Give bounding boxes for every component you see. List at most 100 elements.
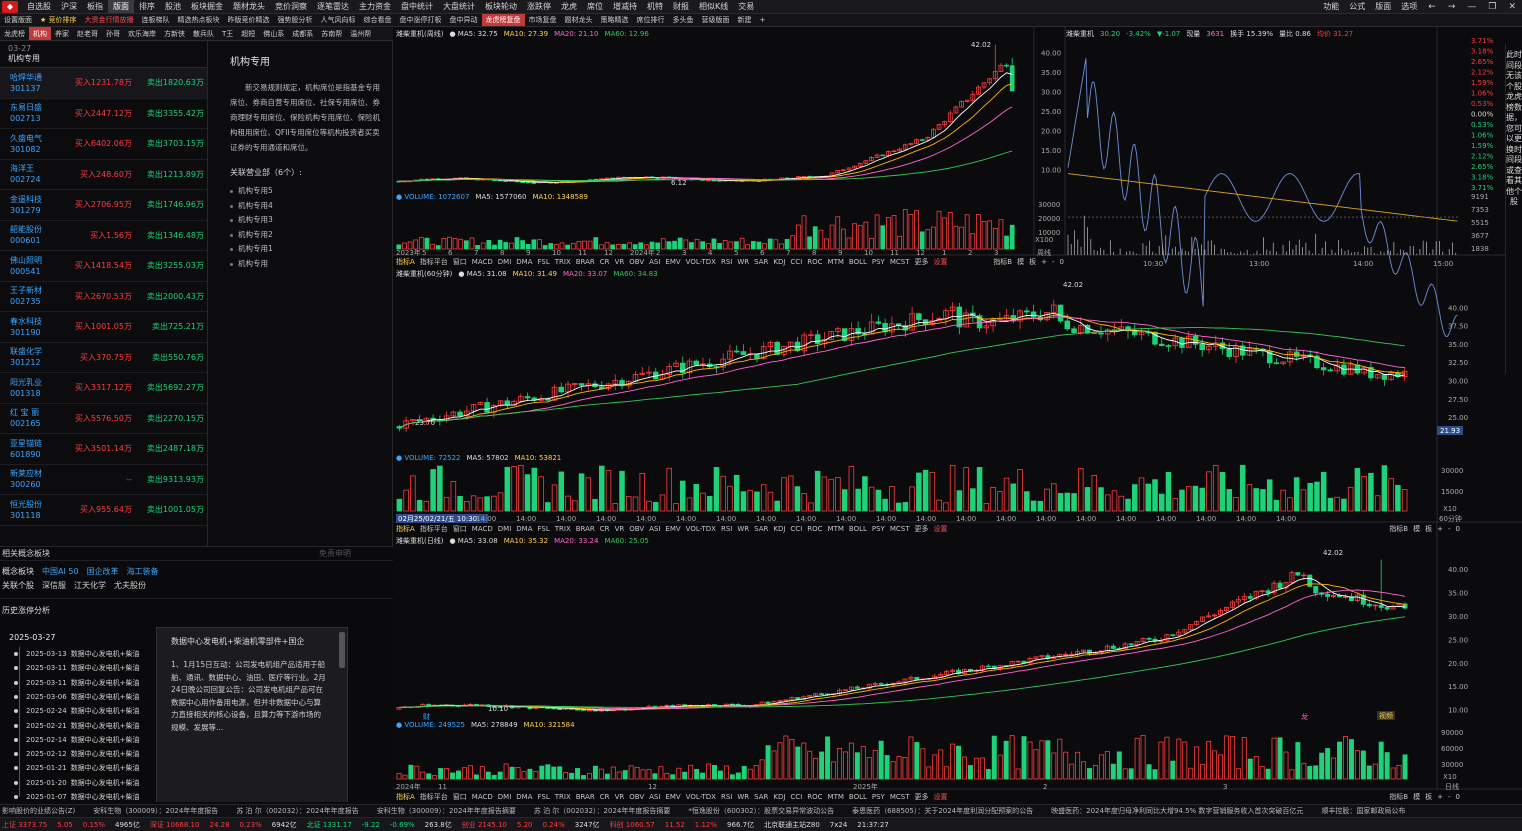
table-row[interactable]: 新莱应材 300260 -- 卖出9313.93万 bbox=[0, 465, 207, 495]
menu-item[interactable]: 席位 bbox=[582, 0, 608, 13]
timeline-item[interactable]: 2025-03-06 数据中心发电机+柴油 bbox=[14, 692, 140, 702]
indicator-tab[interactable]: KDJ bbox=[773, 792, 785, 802]
back-icon[interactable]: ← bbox=[1422, 2, 1442, 12]
seat-tab[interactable]: 苏南帮 bbox=[317, 27, 346, 40]
indicator-tab-control[interactable]: - bbox=[1448, 524, 1451, 534]
ticker-item[interactable]: 苏 泊 尔（002032）：2024年年度报告摘要 bbox=[534, 805, 671, 817]
menu-item[interactable]: 股池 bbox=[160, 0, 186, 13]
indicator-tab-control[interactable]: - bbox=[1052, 257, 1055, 267]
indicator-tab[interactable]: MTM bbox=[828, 792, 844, 802]
seat-tab[interactable]: 机构 bbox=[29, 27, 51, 40]
timeline-item[interactable]: 2025-02-21 数据中心发电机+柴油 bbox=[14, 721, 140, 731]
layout-tab[interactable]: 人气风向标 bbox=[317, 14, 360, 26]
indicator-tab[interactable]: 更多 bbox=[915, 524, 929, 534]
timeline-item[interactable]: 2025-03-11 数据中心发电机+柴油 bbox=[14, 678, 140, 688]
indicator-tab[interactable]: DMA bbox=[516, 524, 532, 534]
layout-tab[interactable]: 精选热点板块 bbox=[174, 14, 224, 26]
seat-tab[interactable]: 赵老哥 bbox=[73, 27, 102, 40]
menu-item[interactable]: 财报 bbox=[668, 0, 694, 13]
related-stock[interactable]: 江天化学 bbox=[74, 579, 106, 593]
menu-item[interactable]: 大盘统计 bbox=[438, 0, 480, 13]
ticker-item[interactable]: 安科生物（300009）：2024年年度报告 bbox=[93, 805, 218, 817]
indicator-tab[interactable]: BOLL bbox=[849, 524, 867, 534]
layout-tab[interactable]: 昨版竞价精选 bbox=[224, 14, 274, 26]
indicator-tab-control[interactable]: 0 bbox=[1456, 524, 1460, 534]
concept-tag[interactable]: 中国AI 50 bbox=[42, 565, 79, 579]
indicator-tab[interactable]: PSY bbox=[872, 792, 885, 802]
indicator-tab[interactable]: 设置 bbox=[934, 257, 948, 267]
timeline-item[interactable]: 2025-02-12 数据中心发电机+柴油 bbox=[14, 749, 140, 759]
menu-item[interactable]: 龙虎 bbox=[556, 0, 582, 13]
menu-item[interactable]: 板块轮动 bbox=[480, 0, 522, 13]
indicator-tab[interactable]: BOLL bbox=[849, 792, 867, 802]
concept-tag[interactable]: 海工装备 bbox=[127, 565, 159, 579]
indicator-tab[interactable]: EMV bbox=[665, 257, 680, 267]
layout-tab[interactable]: 盘中异动 bbox=[446, 14, 482, 26]
table-row[interactable]: 哈焊华通 301137 买入1231.78万 卖出1820.63万 bbox=[0, 68, 207, 99]
menu-right-item[interactable]: 选项 bbox=[1396, 0, 1422, 13]
menu-right-item[interactable]: 功能 bbox=[1318, 0, 1344, 13]
menu-item[interactable]: 涨跌停 bbox=[522, 0, 556, 13]
indicator-tab[interactable]: ROC bbox=[807, 524, 822, 534]
table-row[interactable]: 联盛化学 301212 买入370.75万 卖出550.76万 bbox=[0, 343, 207, 373]
layout-tab[interactable]: 新建 bbox=[734, 14, 756, 26]
indicator-tab[interactable]: 设置 bbox=[934, 524, 948, 534]
menu-right-item[interactable]: 公式 bbox=[1344, 0, 1370, 13]
seat-tab[interactable]: 方新侠 bbox=[160, 27, 189, 40]
layout-tab[interactable]: ★ 竞价排序 bbox=[36, 14, 81, 26]
ticker-item[interactable]: 安科生物（300009）：2024年年度报告摘要 bbox=[377, 805, 516, 817]
indicator-tab-control[interactable]: 模 bbox=[1017, 257, 1024, 267]
table-row[interactable]: 久盛电气 301082 买入6402.06万 卖出3703.15万 bbox=[0, 129, 207, 160]
layout-tab[interactable]: 策略精选 bbox=[597, 14, 633, 26]
indicator-tab[interactable]: SAR bbox=[754, 524, 768, 534]
seat-tab[interactable]: 佛山系 bbox=[259, 27, 288, 40]
table-row[interactable]: 金遥科技 301279 买入2706.95万 卖出1746.96万 bbox=[0, 190, 207, 221]
menu-item[interactable]: 版面 bbox=[108, 0, 134, 13]
indicator-tab[interactable]: VR bbox=[615, 524, 625, 534]
indicator-tab-control[interactable]: + bbox=[1041, 257, 1047, 267]
indicator-tab[interactable]: SAR bbox=[754, 792, 768, 802]
indicator-tab[interactable]: OBV bbox=[629, 792, 644, 802]
indicator-tab[interactable]: CR bbox=[600, 257, 610, 267]
menu-item[interactable]: 主力资金 bbox=[354, 0, 396, 13]
indicator-tab[interactable]: FSL bbox=[538, 792, 550, 802]
menu-item[interactable]: 盘中统计 bbox=[396, 0, 438, 13]
menu-item[interactable]: 板指 bbox=[82, 0, 108, 13]
indicator-tab[interactable]: 更多 bbox=[915, 257, 929, 267]
indicator-tab[interactable]: 窗口 bbox=[453, 524, 467, 534]
indicator-tab[interactable]: CCI bbox=[790, 257, 802, 267]
indicator-tab-control[interactable]: 0 bbox=[1060, 257, 1064, 267]
layout-tab[interactable]: 连板梯队 bbox=[138, 14, 174, 26]
indicator-tab[interactable]: BRAR bbox=[576, 524, 595, 534]
indicator-tab[interactable]: EMV bbox=[665, 524, 680, 534]
related-branch-item[interactable]: 机构专用4 bbox=[230, 199, 382, 214]
ticker-item[interactable]: 映盛医药：2024年度归母净利同比大增94.5% 数字营销服务收入首次突破百亿元 bbox=[1051, 805, 1303, 817]
indicator-tab[interactable]: MCST bbox=[890, 792, 910, 802]
timeline-item[interactable]: 2025-01-07 数据中心发电机+柴油 bbox=[14, 792, 140, 802]
indicator-tab[interactable]: DMA bbox=[516, 792, 532, 802]
layout-tab[interactable]: + bbox=[756, 14, 770, 26]
related-branch-item[interactable]: 机构专用5 bbox=[230, 184, 382, 199]
indicator-tab[interactable]: RSI bbox=[721, 524, 732, 534]
indicator-tab[interactable]: 设置 bbox=[934, 792, 948, 802]
indicator-tab[interactable]: 指标A bbox=[396, 257, 415, 267]
indicator-tab[interactable]: FSL bbox=[538, 257, 550, 267]
indicator-tab[interactable]: VR bbox=[615, 257, 625, 267]
indicator-tab-control[interactable]: - bbox=[1448, 792, 1451, 802]
indicator-tab[interactable]: SAR bbox=[754, 257, 768, 267]
related-stock[interactable]: 深信服 bbox=[42, 579, 66, 593]
indicator-tab[interactable]: 指标平台 bbox=[420, 257, 448, 267]
maximize-icon[interactable]: ❐ bbox=[1482, 2, 1502, 12]
table-row[interactable]: 恒光股份 301118 买入955.64万 卖出1001.05万 bbox=[0, 495, 207, 526]
related-branch-item[interactable]: 机构专用3 bbox=[230, 213, 382, 228]
indicator-tab[interactable]: WR bbox=[737, 257, 749, 267]
indicator-tab[interactable]: TRIX bbox=[555, 792, 571, 802]
menu-item[interactable]: 沪深 bbox=[56, 0, 82, 13]
indicator-tab[interactable]: DMI bbox=[498, 257, 512, 267]
table-row[interactable]: 王子新材 002735 买入2670.53万 卖出2000.43万 bbox=[0, 282, 207, 312]
table-row[interactable]: 东易日盛 002713 买入2447.12万 卖出3355.42万 bbox=[0, 99, 207, 129]
indicator-tab[interactable]: 窗口 bbox=[453, 257, 467, 267]
close-icon[interactable]: ✕ bbox=[1502, 2, 1522, 12]
indicator-tab[interactable]: MACD bbox=[472, 524, 493, 534]
indicator-tab[interactable]: 指标平台 bbox=[420, 792, 448, 802]
